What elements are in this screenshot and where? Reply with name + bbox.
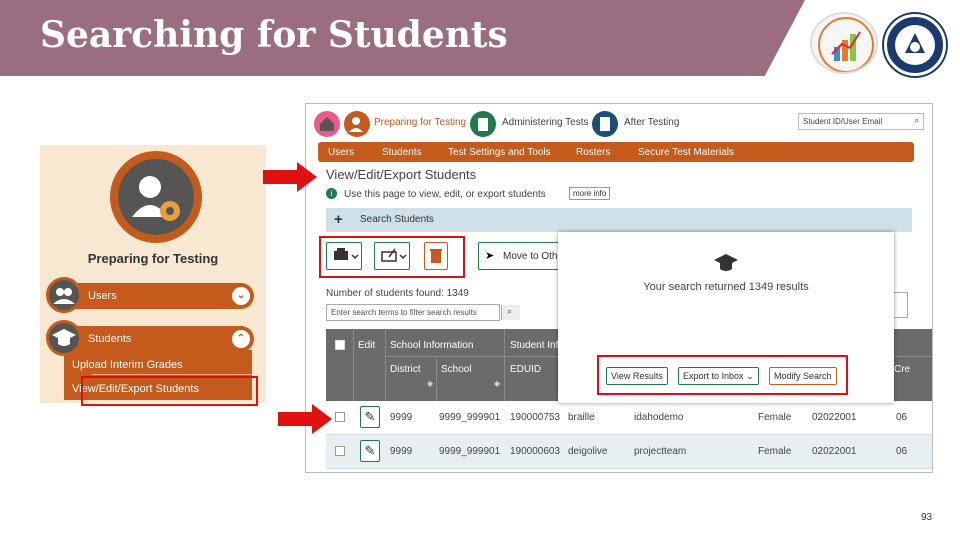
page-number: 93 bbox=[921, 512, 933, 523]
search-students-section[interactable]: + Search Students bbox=[326, 208, 912, 232]
row-checkbox[interactable] bbox=[335, 446, 345, 456]
page-title: View/Edit/Export Students bbox=[326, 167, 477, 182]
header-edit: Edit bbox=[358, 340, 376, 351]
preparing-testing-icon bbox=[110, 151, 202, 243]
tab-after-testing[interactable]: After Testing bbox=[624, 117, 679, 128]
sidebar-item-label: Users bbox=[88, 290, 117, 302]
header-district[interactable]: District bbox=[390, 364, 421, 375]
sort-icon[interactable]: ◆ bbox=[494, 379, 500, 388]
arrow-right-icon bbox=[263, 162, 317, 192]
select-all-checkbox[interactable] bbox=[335, 340, 345, 350]
tab-administering-tests[interactable]: Administering Tests bbox=[502, 117, 589, 128]
info-icon: i bbox=[326, 188, 337, 199]
menu-users[interactable]: Users bbox=[328, 147, 354, 158]
top-nav: Preparing for Testing Administering Test… bbox=[306, 104, 932, 142]
header-eduid[interactable]: EDUID bbox=[510, 364, 541, 375]
users-icon bbox=[46, 277, 82, 313]
header-student-info: Student Inf bbox=[510, 340, 559, 351]
more-info-button[interactable]: more info bbox=[569, 187, 611, 200]
graduation-cap-icon bbox=[712, 252, 740, 279]
navigation-arrow-icon: ➤ bbox=[485, 250, 495, 262]
students-found-count: Number of students found: 1349 bbox=[326, 288, 469, 299]
tab-preparing-testing[interactable]: Preparing for Testing bbox=[374, 117, 466, 128]
header-school-info: School Information bbox=[390, 340, 474, 351]
chevron-down-icon[interactable]: ⌄ bbox=[232, 287, 250, 305]
move-to-other-button[interactable]: ➤ Move to Oth bbox=[478, 242, 560, 270]
info-text: Use this page to view, edit, or export s… bbox=[344, 189, 546, 200]
header-cre[interactable]: Cre bbox=[894, 364, 910, 375]
menu-students[interactable]: Students bbox=[382, 147, 421, 158]
plus-icon: + bbox=[334, 211, 343, 228]
chevron-up-icon[interactable]: ⌃ bbox=[232, 330, 250, 348]
header-school[interactable]: School bbox=[441, 364, 472, 375]
graduation-cap-icon bbox=[46, 320, 82, 356]
main-menu-bar: Users Students Test Settings and Tools R… bbox=[318, 142, 914, 162]
assessment-logo bbox=[810, 12, 878, 74]
sidebar-subitem-upload-interim-grades[interactable]: Upload Interim Grades bbox=[72, 359, 183, 371]
table-row[interactable]: ✎ 9999 9999_999901 190000753 braille ida… bbox=[326, 401, 932, 435]
sidebar-item-label: Students bbox=[88, 333, 132, 345]
highlight-view-edit-export bbox=[81, 376, 258, 406]
preparing-testing-icon[interactable] bbox=[344, 111, 370, 137]
menu-secure-materials[interactable]: Secure Test Materials bbox=[638, 147, 734, 158]
table-row[interactable]: ✎ 9999 9999_999901 190000603 deigolive p… bbox=[326, 435, 932, 469]
student-id-search-input[interactable]: Student ID/User Email ⌕ bbox=[798, 113, 924, 130]
administering-tests-icon[interactable] bbox=[470, 111, 496, 137]
menu-rosters[interactable]: Rosters bbox=[576, 147, 610, 158]
pencil-icon[interactable]: ✎ bbox=[360, 440, 380, 462]
highlight-popup-buttons bbox=[597, 355, 848, 395]
row-checkbox[interactable] bbox=[335, 412, 345, 422]
search-result-message: Your search returned 1349 results bbox=[643, 281, 809, 293]
home-icon[interactable] bbox=[314, 111, 340, 137]
app-screenshot: Preparing for Testing Administering Test… bbox=[305, 103, 933, 473]
filter-input[interactable]: Enter search terms to filter search resu… bbox=[326, 304, 520, 321]
menu-test-settings[interactable]: Test Settings and Tools bbox=[448, 147, 551, 158]
search-icon[interactable]: ⌕ bbox=[501, 305, 520, 320]
slide-title: Searching for Students bbox=[40, 14, 508, 56]
arrow-right-icon bbox=[278, 404, 332, 434]
search-icon[interactable]: ⌕ bbox=[915, 116, 919, 126]
pencil-icon[interactable]: ✎ bbox=[360, 406, 380, 428]
sidebar-heading: Preparing for Testing bbox=[87, 251, 219, 266]
sidebar-item-users[interactable]: Users ⌄ bbox=[46, 277, 254, 313]
search-students-label: Search Students bbox=[360, 214, 434, 225]
highlight-toolbar-buttons bbox=[319, 236, 465, 278]
sort-icon[interactable]: ◆ bbox=[427, 379, 433, 388]
sidebar-crop: Preparing for Testing Users ⌄ Students ⌃… bbox=[40, 145, 266, 403]
after-testing-icon[interactable] bbox=[592, 111, 618, 137]
sidebar-item-students[interactable]: Students ⌃ bbox=[46, 320, 254, 356]
state-seal-logo bbox=[884, 14, 946, 76]
